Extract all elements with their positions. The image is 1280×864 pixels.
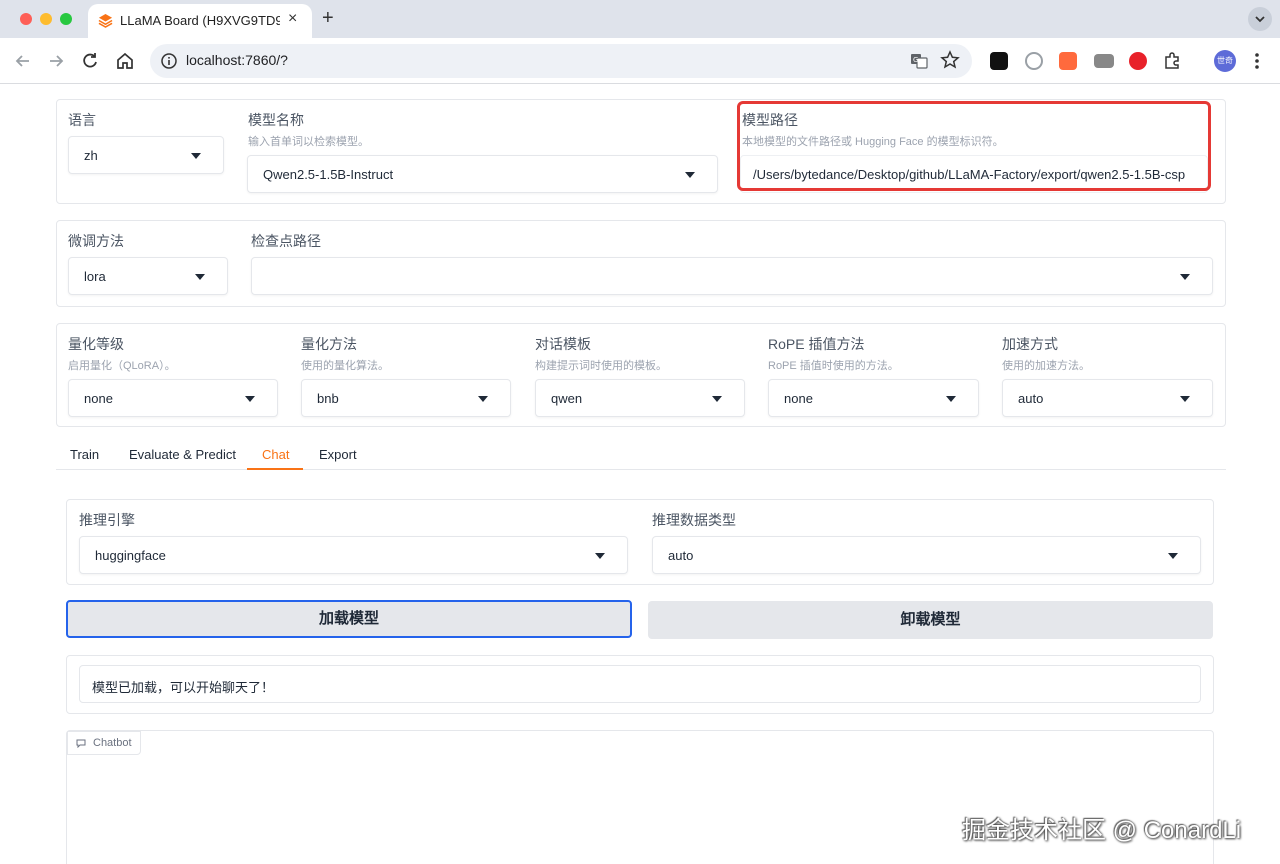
template-dropdown[interactable]: qwen (535, 379, 745, 417)
chevron-down-icon (685, 172, 695, 178)
tab-evaluate-predict[interactable]: Evaluate & Predict (129, 447, 236, 462)
tab-title: LLaMA Board (H9XVG9TD99 (120, 13, 280, 28)
template-info: 构建提示词时使用的模板。 (535, 360, 667, 372)
back-arrow-icon[interactable] (12, 50, 34, 72)
tab-train[interactable]: Train (70, 447, 99, 462)
booster-dropdown[interactable]: auto (1002, 379, 1213, 417)
extension-icon[interactable] (1129, 52, 1147, 70)
load-model-button[interactable]: 加载模型 (66, 600, 632, 638)
site-info-icon[interactable] (160, 52, 178, 70)
browser-title-bar: LLaMA Board (H9XVG9TD99 × + (0, 0, 1280, 38)
rope-dropdown[interactable]: none (768, 379, 979, 417)
main-tabs: Train Evaluate & Predict Chat Export (56, 440, 1226, 470)
new-tab-icon[interactable]: + (322, 7, 334, 30)
template-value: qwen (551, 391, 583, 406)
chevron-down-icon (191, 153, 201, 159)
quant-level-info: 启用量化（QLoRA）。 (68, 360, 176, 372)
info-box-text: 模型已加载，可以开始聊天了！ (92, 680, 275, 695)
tab-export[interactable]: Export (319, 447, 357, 462)
quant-method-dropdown[interactable]: bnb (301, 379, 511, 417)
translate-icon[interactable]: G (910, 52, 928, 70)
chatbot-label: Chatbot (93, 737, 132, 749)
quant-level-dropdown[interactable]: none (68, 379, 278, 417)
quant-method-label: 量化方法 (301, 336, 357, 352)
language-dropdown[interactable]: zh (68, 136, 224, 174)
infer-backend-value: huggingface (95, 548, 166, 563)
puzzle-extensions-icon[interactable] (1163, 52, 1181, 70)
unload-model-button[interactable]: 卸载模型 (648, 601, 1213, 639)
chevron-down-icon (712, 396, 722, 402)
quant-level-value: none (84, 391, 113, 406)
browser-toolbar: localhost:7860/? G 世奇 (0, 38, 1280, 84)
tab-search-button[interactable] (1248, 7, 1272, 31)
chevron-down-icon (478, 396, 488, 402)
bookmark-star-icon[interactable] (940, 50, 960, 70)
browser-tab[interactable]: LLaMA Board (H9XVG9TD99 × (88, 4, 312, 38)
language-value: zh (84, 148, 98, 163)
tab-chat[interactable]: Chat (262, 447, 289, 462)
language-label: 语言 (68, 112, 96, 128)
minimize-window-button[interactable] (40, 13, 52, 25)
chevron-down-icon (595, 553, 605, 559)
address-bar[interactable]: localhost:7860/? G (150, 44, 972, 78)
chatbot-label-tag: Chatbot (67, 731, 141, 755)
chevron-down-icon (1168, 553, 1178, 559)
infer-backend-dropdown[interactable]: huggingface (79, 536, 628, 574)
close-window-button[interactable] (20, 13, 32, 25)
crx-extension-icon[interactable] (1094, 54, 1114, 68)
infer-dtype-label: 推理数据类型 (652, 512, 736, 528)
forward-arrow-icon[interactable] (45, 50, 67, 72)
more-menu-icon[interactable] (1252, 50, 1262, 72)
model-name-value: Qwen2.5-1.5B-Instruct (263, 167, 394, 182)
quant-method-value: bnb (317, 391, 339, 406)
model-name-info: 输入首单词以检索模型。 (248, 136, 369, 148)
extension-icon[interactable] (990, 52, 1008, 70)
booster-info: 使用的加速方法。 (1002, 360, 1090, 372)
finetune-method-value: lora (84, 269, 106, 284)
quant-method-info: 使用的量化算法。 (301, 360, 389, 372)
rope-value: none (784, 391, 813, 406)
svg-text:G: G (913, 56, 918, 64)
tab-close-icon[interactable]: × (288, 10, 297, 28)
chevron-down-icon (1180, 396, 1190, 402)
profile-avatar[interactable]: 世奇 (1214, 50, 1236, 72)
checkpoint-path-label: 检查点路径 (251, 233, 321, 249)
booster-value: auto (1018, 391, 1044, 406)
template-label: 对话模板 (535, 336, 591, 352)
infer-dtype-dropdown[interactable]: auto (652, 536, 1201, 574)
model-path-highlight-box (737, 101, 1211, 191)
info-box[interactable]: 模型已加载，可以开始聊天了！ (79, 665, 1201, 703)
watermark-text: 掘金技术社区 @ ConardLi (962, 817, 1242, 844)
rope-info: RoPE 插值时使用的方法。 (768, 360, 899, 372)
extension-icon[interactable] (1025, 52, 1043, 70)
url-text[interactable]: localhost:7860/? (186, 52, 288, 68)
maximize-window-button[interactable] (60, 13, 72, 25)
checkpoint-path-dropdown[interactable] (251, 257, 1213, 295)
home-icon[interactable] (114, 50, 136, 72)
model-name-dropdown[interactable]: Qwen2.5-1.5B-Instruct (247, 155, 718, 193)
finetune-method-label: 微调方法 (68, 233, 124, 249)
chevron-down-icon (1255, 16, 1265, 23)
chat-bubble-icon (76, 739, 86, 748)
reload-icon[interactable] (79, 50, 101, 72)
booster-label: 加速方式 (1002, 336, 1058, 352)
chevron-down-icon (946, 396, 956, 402)
chevron-down-icon (245, 396, 255, 402)
rope-label: RoPE 插值方法 (768, 336, 865, 352)
active-tab-indicator (247, 468, 303, 470)
model-name-label: 模型名称 (248, 112, 304, 128)
chevron-down-icon (1180, 274, 1190, 280)
infer-dtype-value: auto (668, 548, 694, 563)
infer-backend-label: 推理引擎 (79, 512, 135, 528)
chevron-down-icon (195, 274, 205, 280)
quant-level-label: 量化等级 (68, 336, 124, 352)
finetune-method-dropdown[interactable]: lora (68, 257, 228, 295)
gradio-favicon-icon (98, 13, 113, 28)
extension-icon[interactable] (1059, 52, 1077, 70)
